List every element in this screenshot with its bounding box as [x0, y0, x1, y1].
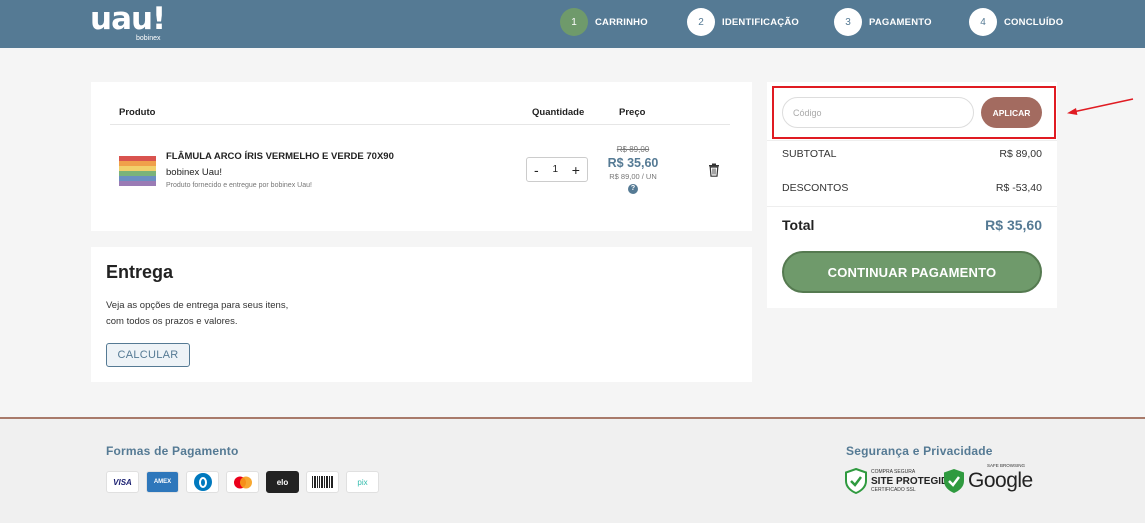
step-cart: 1 CARRINHO [560, 8, 648, 36]
annotation-arrow-icon [1067, 98, 1134, 115]
visa-icon: VISA [106, 471, 139, 493]
product-name[interactable]: FLÂMULA ARCO ÍRIS VERMELHO E VERDE 70X90 [166, 151, 394, 162]
amex-label: AMEX [153, 479, 172, 485]
divider [767, 140, 1057, 141]
column-header-quantity: Quantidade [532, 107, 585, 118]
help-icon[interactable]: ? [628, 184, 638, 194]
product-fulfillment-note: Produto fornecido e entregue por bobinex… [166, 182, 312, 189]
column-header-price: Preço [619, 107, 646, 118]
step-number: 2 [687, 8, 715, 36]
visa-label: VISA [113, 477, 132, 487]
total-label: Total [782, 217, 815, 233]
step-identification: 2 IDENTIFICAÇÃO [687, 8, 799, 36]
delivery-panel: Entrega Veja as opções de entrega para s… [91, 247, 752, 382]
google-wordmark: Google [968, 469, 1033, 492]
step-number: 4 [969, 8, 997, 36]
calculate-shipping-button[interactable]: CALCULAR [106, 343, 190, 367]
mastercard-icon [226, 471, 259, 493]
coupon-code-input[interactable] [782, 97, 974, 128]
quantity-value[interactable]: 1 [552, 164, 558, 175]
cart-panel: Produto Quantidade Preço FLÂMULA ARCO ÍR… [91, 82, 752, 231]
total-row: Total R$ 35,60 [782, 217, 1042, 233]
divider [767, 206, 1057, 207]
seal-title-line1: SITE [871, 475, 894, 487]
quantity-stepper: - 1 + [526, 157, 588, 182]
total-value: R$ 35,60 [985, 217, 1042, 233]
subtotal-value: R$ 89,00 [999, 148, 1042, 160]
google-safe-browsing-seal: SAFE BROWSING Google [943, 463, 1033, 495]
step-number: 1 [560, 8, 588, 36]
amex-icon: AMEX [146, 471, 179, 493]
payment-methods-title: Formas de Pagamento [106, 444, 239, 458]
step-label: PAGAMENTO [869, 16, 932, 28]
barcode-icon [311, 476, 333, 488]
unit-price: R$ 89,00 / UN [609, 172, 657, 181]
discount-value: R$ -53,40 [995, 182, 1042, 194]
diners-icon [186, 471, 219, 493]
order-summary-panel: APLICAR SUBTOTAL R$ 89,00 DESCONTOS R$ -… [767, 82, 1057, 308]
trash-icon[interactable] [708, 163, 720, 177]
discount-label: DESCONTOS [782, 182, 849, 194]
original-price: R$ 89,00 [616, 145, 650, 154]
delivery-description-line: com todos os prazos e valores. [106, 316, 238, 327]
logo-subtext: bobinex [136, 35, 161, 42]
site-logo[interactable]: uau! bobinex [90, 1, 166, 43]
pix-icon: pix [346, 471, 379, 493]
footer: Formas de Pagamento VISA AMEX elo pix Se… [0, 419, 1145, 523]
delivery-title: Entrega [106, 262, 174, 282]
product-thumbnail[interactable] [119, 156, 156, 186]
shield-check-icon [944, 469, 964, 493]
seal-caption: SAFE BROWSING [987, 463, 1026, 468]
elo-icon: elo [266, 471, 299, 493]
subtotal-label: SUBTOTAL [782, 148, 837, 160]
boleto-icon [306, 471, 339, 493]
step-label: CONCLUÍDO [1004, 16, 1064, 28]
decrease-quantity-button[interactable]: - [534, 163, 539, 177]
step-number: 3 [834, 8, 862, 36]
elo-label: elo [276, 477, 289, 487]
step-payment: 3 PAGAMENTO [834, 8, 932, 36]
apply-coupon-button[interactable]: APLICAR [981, 97, 1042, 128]
delivery-description-line: Veja as opções de entrega para seus iten… [106, 300, 289, 311]
security-title: Segurança e Privacidade [846, 444, 993, 458]
step-label: IDENTIFICAÇÃO [722, 16, 800, 28]
payment-methods-list: VISA AMEX elo pix [106, 471, 379, 493]
discount-row: DESCONTOS R$ -53,40 [782, 182, 1042, 194]
pix-label: pix [357, 477, 368, 487]
delivery-description: Veja as opções de entrega para seus iten… [106, 298, 288, 330]
current-price: R$ 35,60 [607, 156, 659, 170]
mastercard-circles-icon [233, 476, 252, 488]
top-header: uau! bobinex 1 CARRINHO 2 IDENTIFICAÇÃO … [0, 0, 1145, 48]
subtotal-row: SUBTOTAL R$ 89,00 [782, 148, 1042, 160]
continue-payment-button[interactable]: CONTINUAR PAGAMENTO [782, 251, 1042, 293]
logo-text: uau! [90, 1, 166, 37]
increase-quantity-button[interactable]: + [572, 163, 580, 177]
step-completed: 4 CONCLUÍDO [969, 8, 1063, 36]
column-header-product: Produto [119, 107, 156, 118]
product-seller: bobinex Uau! [166, 167, 222, 178]
shield-check-icon [845, 468, 867, 494]
step-label: CARRINHO [595, 16, 648, 28]
header-divider [110, 124, 730, 125]
site-protected-seal: COMPRA SEGURA SITE PROTEGIDO CERTIFICADO… [845, 467, 956, 495]
